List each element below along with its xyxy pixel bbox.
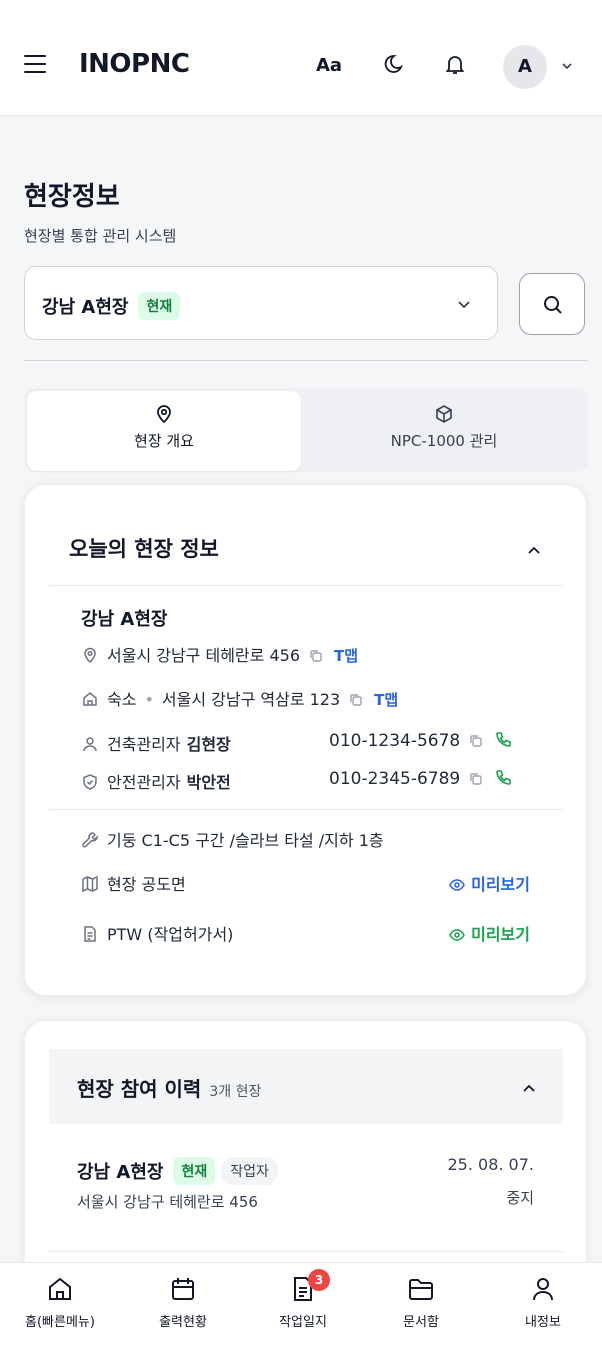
nav-home[interactable]: 홈(빠른메뉴) <box>5 1275 115 1330</box>
app-header: INOPNC Aa A <box>0 0 602 116</box>
bell-icon[interactable] <box>443 52 467 76</box>
home-icon <box>83 692 97 706</box>
tab-site-overview[interactable]: 현장 개요 <box>27 391 301 471</box>
nav-documents[interactable]: 문서함 <box>366 1275 476 1330</box>
phone-number: 010-1234-5678 <box>329 731 461 751</box>
ptw-row: PTW (작업허가서) <box>81 921 233 945</box>
ptw-label: PTW (작업허가서) <box>107 925 234 944</box>
chevron-up-icon[interactable] <box>521 1081 537 1097</box>
manager-name: 김현장 <box>186 735 231 754</box>
copy-icon[interactable] <box>348 692 364 708</box>
page-subtitle: 현장별 통합 관리 시스템 <box>24 227 177 245</box>
ptw-preview-button[interactable]: 미리보기 <box>449 921 530 945</box>
phone-icon[interactable] <box>494 769 512 787</box>
address-row: 서울시 강남구 테헤란로 456 T맵 <box>81 642 358 666</box>
tab-label: 현장 개요 <box>134 432 194 450</box>
location-pin-icon <box>84 647 96 664</box>
package-icon <box>436 405 452 423</box>
nav-my-info[interactable]: 내정보 <box>488 1275 598 1330</box>
phone-row: 010-2345-6789 <box>329 769 512 789</box>
work-scope-text: 기둥 C1-C5 구간 /슬라브 타설 /지하 1층 <box>107 831 384 850</box>
divider <box>24 360 588 361</box>
location-pin-icon <box>157 405 171 424</box>
role-badge: 작업자 <box>221 1157 278 1185</box>
phone-row: 010-1234-5678 <box>329 731 512 751</box>
font-size-button[interactable]: Aa <box>316 55 342 76</box>
home-icon <box>49 1277 71 1300</box>
copy-icon[interactable] <box>308 648 324 664</box>
separator-dot: • <box>144 690 154 709</box>
search-button[interactable] <box>519 273 585 335</box>
today-site-card: 오늘의 현장 정보 강남 A현장 서울시 강남구 테헤란로 456 T맵 숙소 • 서… <box>24 484 587 996</box>
card-title: 오늘의 현장 정보 <box>69 537 219 561</box>
manager-name: 박안전 <box>186 773 231 792</box>
eye-icon <box>449 879 465 891</box>
divider <box>49 585 563 586</box>
copy-icon[interactable] <box>468 733 484 749</box>
tab-npc-1000[interactable]: NPC-1000 관리 <box>307 391 581 471</box>
nav-work-log[interactable]: 3 작업일지 <box>248 1269 358 1330</box>
history-status: 중지 <box>506 1189 534 1207</box>
phone-icon[interactable] <box>494 731 512 749</box>
lodging-address: 서울시 강남구 역삼로 123 <box>161 690 341 709</box>
history-count: 3개 현장 <box>209 1084 262 1100</box>
chevron-up-icon[interactable] <box>526 543 542 559</box>
folder-icon <box>409 1279 433 1300</box>
list-item[interactable]: 강남 A현장 현재 작업자 <box>77 1157 278 1185</box>
page-title: 현장정보 <box>24 182 120 212</box>
site-select-dropdown[interactable]: 강남 A현장 현재 <box>24 266 498 340</box>
drawing-label: 현장 공도면 <box>107 875 186 894</box>
work-scope-row: 기둥 C1-C5 구간 /슬라브 타설 /지하 1층 <box>81 827 384 851</box>
nav-output-status[interactable]: 출력현황 <box>128 1275 238 1330</box>
search-icon <box>544 296 562 314</box>
tab-bar: 현장 개요 NPC-1000 관리 <box>24 388 588 472</box>
history-header[interactable]: 현장 참여 이력 3개 현장 <box>49 1049 563 1124</box>
avatar[interactable]: A <box>503 45 547 89</box>
selected-site-name: 강남 A현장 <box>42 297 129 318</box>
chevron-down-icon[interactable] <box>560 59 574 73</box>
lodging-label: 숙소 <box>107 690 137 709</box>
bottom-navigation: 홈(빠른메뉴) 출력현황 3 작업일지 문서함 내정보 <box>0 1262 602 1350</box>
current-badge: 현재 <box>138 292 181 320</box>
calendar-icon <box>172 1278 194 1300</box>
drawing-row: 현장 공도면 <box>81 871 186 895</box>
user-icon <box>83 737 97 752</box>
phone-number: 010-2345-6789 <box>329 769 461 789</box>
brand-logo[interactable]: INOPNC <box>79 49 190 79</box>
current-badge: 현재 <box>173 1157 216 1185</box>
history-site-address: 서울시 강남구 테헤란로 456 <box>77 1193 258 1211</box>
map-icon <box>82 875 98 893</box>
tab-label: NPC-1000 관리 <box>390 432 498 450</box>
manager-role: 건축관리자 <box>107 735 181 754</box>
manager-row: 안전관리자 박안전 <box>81 769 231 793</box>
history-title: 현장 참여 이력 <box>77 1077 202 1101</box>
drawing-preview-button[interactable]: 미리보기 <box>449 871 530 895</box>
copy-icon[interactable] <box>468 771 484 787</box>
address-text: 서울시 강남구 테헤란로 456 <box>107 646 300 665</box>
lodging-row: 숙소 • 서울시 강남구 역삼로 123 T맵 <box>81 686 398 710</box>
menu-icon[interactable] <box>24 55 46 73</box>
manager-row: 건축관리자 김현장 <box>81 731 231 755</box>
tmap-link[interactable]: T맵 <box>374 691 398 709</box>
site-name: 강남 A현장 <box>81 609 168 630</box>
eye-icon <box>449 929 465 941</box>
divider <box>49 809 563 810</box>
manager-role: 안전관리자 <box>107 773 181 792</box>
history-date: 25. 08. 07. <box>447 1155 534 1174</box>
notification-badge: 3 <box>308 1269 330 1291</box>
tmap-link[interactable]: T맵 <box>334 647 358 665</box>
wrench-icon <box>82 832 98 848</box>
divider <box>49 1251 563 1252</box>
document-icon <box>84 926 96 942</box>
history-site-name: 강남 A현장 <box>77 1162 164 1183</box>
dark-mode-icon[interactable] <box>382 52 406 76</box>
shield-icon <box>83 774 97 790</box>
user-icon <box>533 1278 553 1301</box>
chevron-down-icon <box>458 301 470 309</box>
